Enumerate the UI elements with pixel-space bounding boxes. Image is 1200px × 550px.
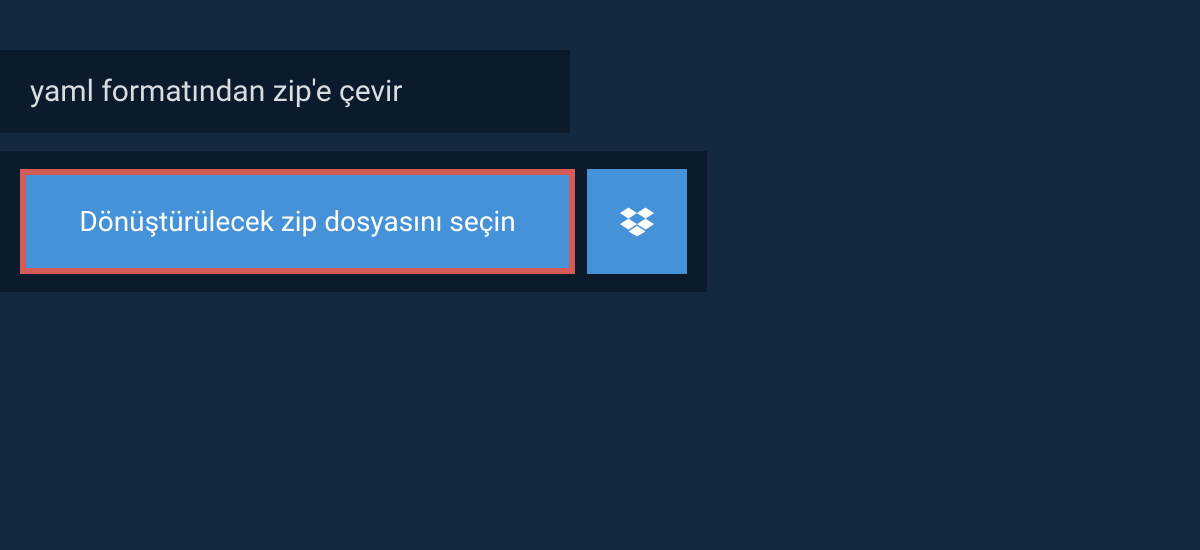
upload-panel: Dönüştürülecek zip dosyasını seçin	[0, 151, 707, 292]
dropbox-button[interactable]	[587, 169, 687, 274]
page-title: yaml formatından zip'e çevir	[30, 74, 540, 109]
dropbox-icon	[620, 207, 654, 237]
select-file-button[interactable]: Dönüştürülecek zip dosyasını seçin	[20, 169, 575, 274]
select-file-label: Dönüştürülecek zip dosyasını seçin	[79, 205, 515, 238]
header-bar: yaml formatından zip'e çevir	[0, 50, 570, 133]
